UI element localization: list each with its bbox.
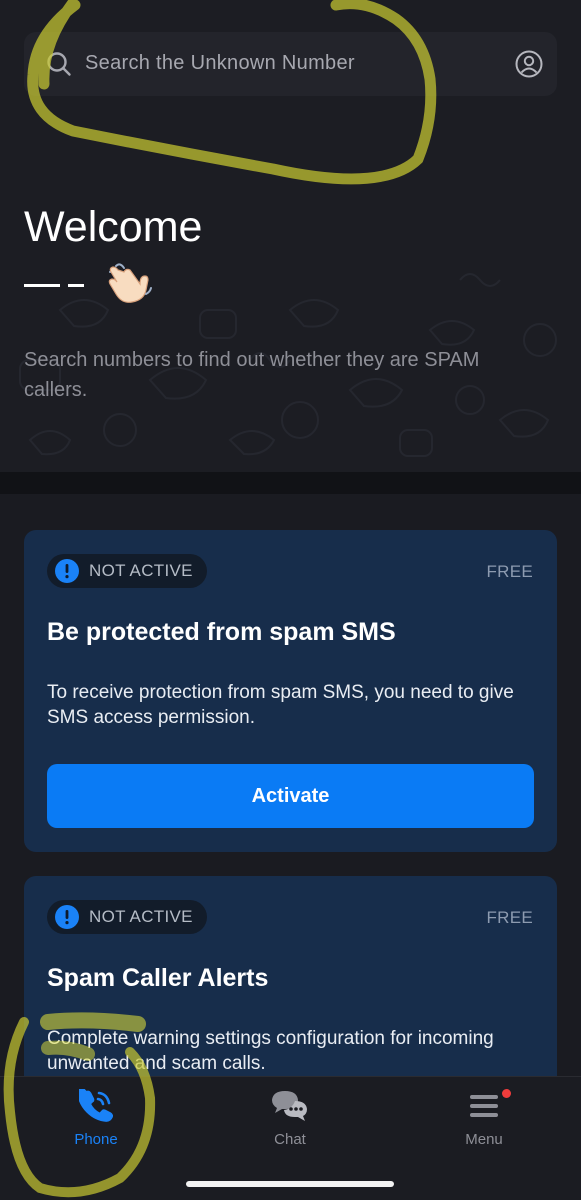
search-bar[interactable]: Search the Unknown Number [24, 32, 557, 96]
alert-icon [55, 559, 79, 583]
card-title: Spam Caller Alerts [47, 964, 269, 992]
search-input[interactable]: Search the Unknown Number [85, 52, 355, 75]
menu-icon [470, 1095, 498, 1117]
nav-label: Chat [274, 1131, 306, 1148]
profile-icon[interactable] [515, 50, 543, 78]
notification-dot [502, 1089, 511, 1098]
alert-icon [55, 905, 79, 929]
nav-label: Menu [465, 1131, 503, 1148]
phone-icon [79, 1089, 113, 1122]
hero-subtitle: Search numbers to find out whether they … [24, 349, 480, 401]
nav-item-chat[interactable]: Chat [230, 1089, 350, 1159]
card-title: Be protected from spam SMS [47, 618, 396, 646]
status-label: NOT ACTIVE [89, 907, 193, 926]
status-badge: NOT ACTIVE [47, 900, 207, 934]
user-name-placeholder [24, 284, 86, 289]
welcome-title: Welcome [24, 203, 203, 251]
waving-hand-icon [108, 263, 152, 303]
section-divider [0, 472, 581, 494]
price-label: FREE [486, 562, 533, 581]
nav-label: Phone [74, 1131, 118, 1148]
status-label: NOT ACTIVE [89, 561, 193, 580]
nav-item-menu[interactable]: Menu [424, 1089, 544, 1159]
main-content[interactable]: NOT ACTIVE FREE Be protected from spam S… [0, 494, 581, 1076]
price-label: FREE [486, 908, 533, 927]
nav-item-phone[interactable]: Phone [36, 1089, 156, 1159]
card-description: Complete warning settings configuration … [47, 1028, 494, 1074]
chat-icon [272, 1091, 307, 1121]
home-indicator[interactable] [186, 1181, 394, 1187]
activate-button[interactable]: Activate [47, 764, 534, 828]
card-description: To receive protection from spam SMS, you… [47, 682, 514, 728]
sms-protection-card: NOT ACTIVE FREE Be protected from spam S… [24, 530, 557, 852]
spam-caller-alerts-card[interactable]: NOT ACTIVE FREE Spam Caller Alerts Compl… [24, 876, 557, 1076]
status-badge: NOT ACTIVE [47, 554, 207, 588]
search-icon [47, 52, 71, 76]
hero-section: Search the Unknown Number Welcome Search… [0, 0, 581, 472]
